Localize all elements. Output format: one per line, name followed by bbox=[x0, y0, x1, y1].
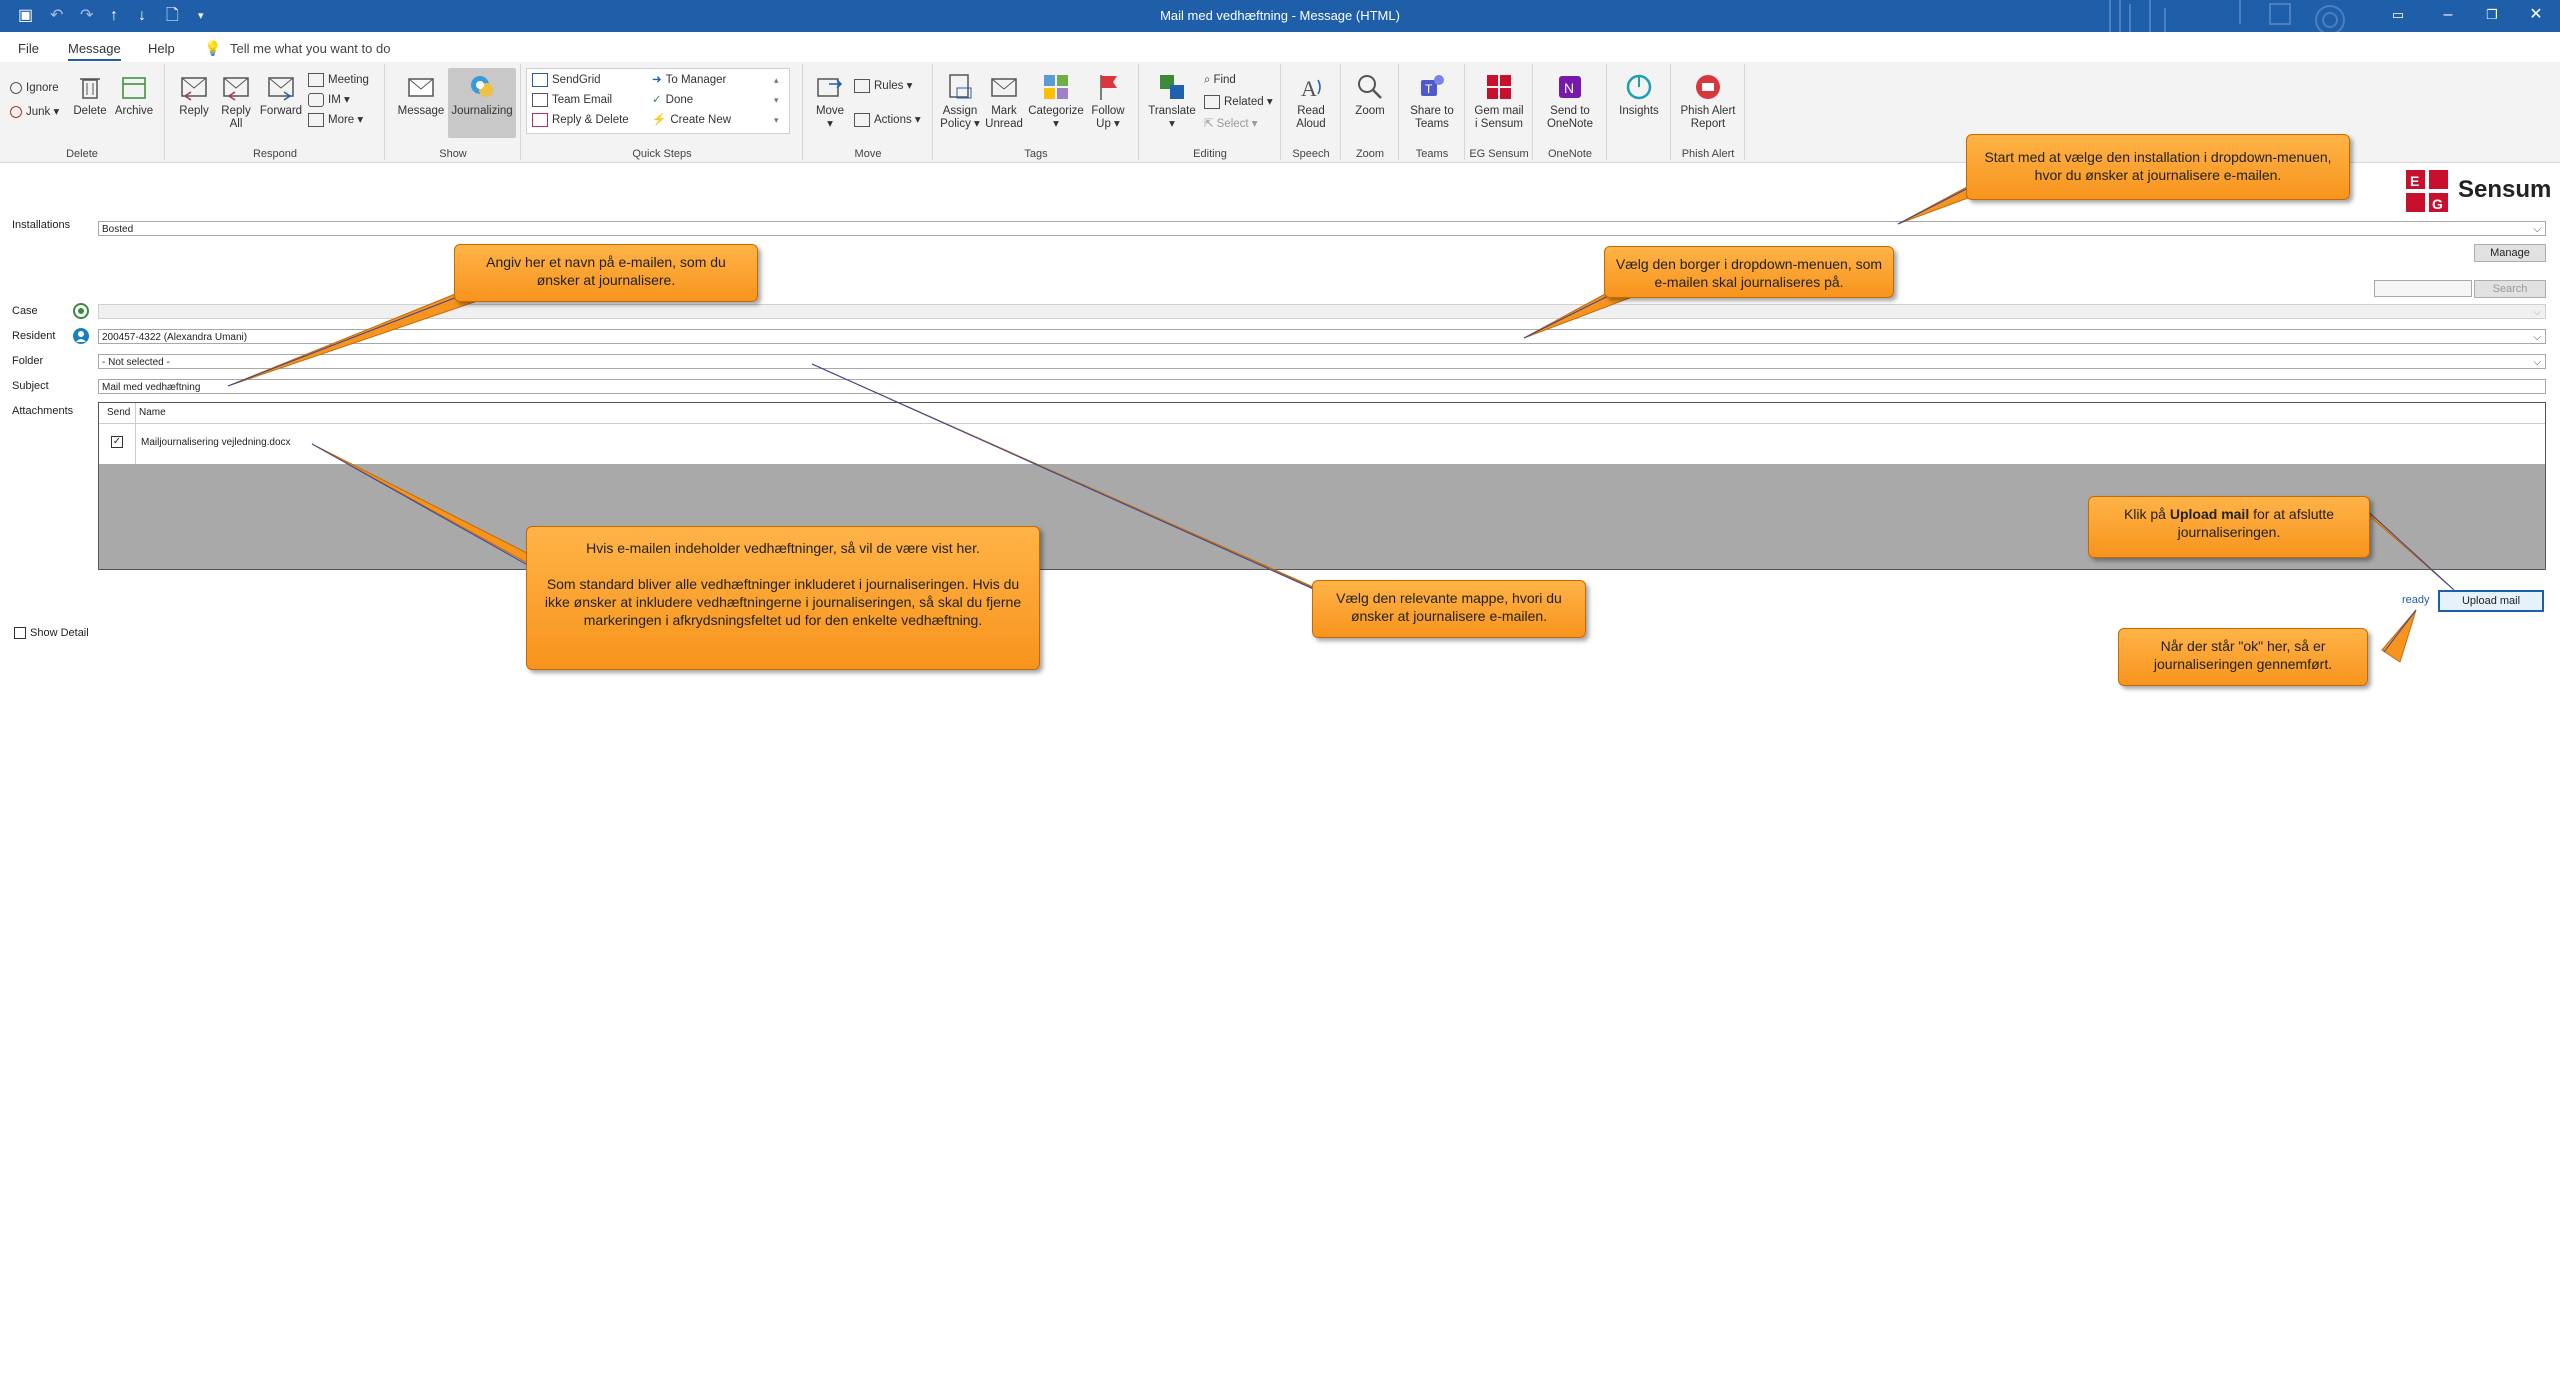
callout-upload: Klik på Upload mail for at afslutte jour… bbox=[2088, 496, 2370, 558]
callout-attachments-line1: Hvis e-mailen indeholder vedhæftninger, … bbox=[586, 540, 980, 556]
callout-pointers bbox=[227, 179, 2455, 663]
pointer-line-resident bbox=[1523, 289, 1621, 339]
callout-tail-subject bbox=[227, 287, 494, 387]
callout-upload-bold: Upload mail bbox=[2169, 506, 2250, 522]
pointer-line-subject bbox=[227, 291, 471, 387]
pointer-line-attach bbox=[311, 443, 541, 573]
callout-resident: Vælg den borger i dropdown-menuen, som e… bbox=[1604, 246, 1894, 298]
callout-folder: Vælg den relevante mappe, hvori du ønske… bbox=[1312, 580, 1586, 638]
callout-tail-ok bbox=[2381, 609, 2417, 663]
callout-subject: Angiv her et navn på e-mailen, som du øn… bbox=[454, 244, 758, 302]
callout-spacer bbox=[537, 557, 1029, 575]
callout-attachments: Hvis e-mailen indeholder vedhæftninger, … bbox=[526, 526, 1040, 670]
callout-installation: Start med at vælge den installation i dr… bbox=[1966, 134, 2350, 200]
callout-upload-pre: Klik på bbox=[2123, 506, 2170, 522]
callout-ok: Når der står "ok" her, så er journaliser… bbox=[2118, 628, 2368, 686]
callout-attachments-line2: Som standard bliver alle vedhæftninger i… bbox=[544, 576, 1022, 628]
pointer-line-upload bbox=[2361, 505, 2455, 591]
